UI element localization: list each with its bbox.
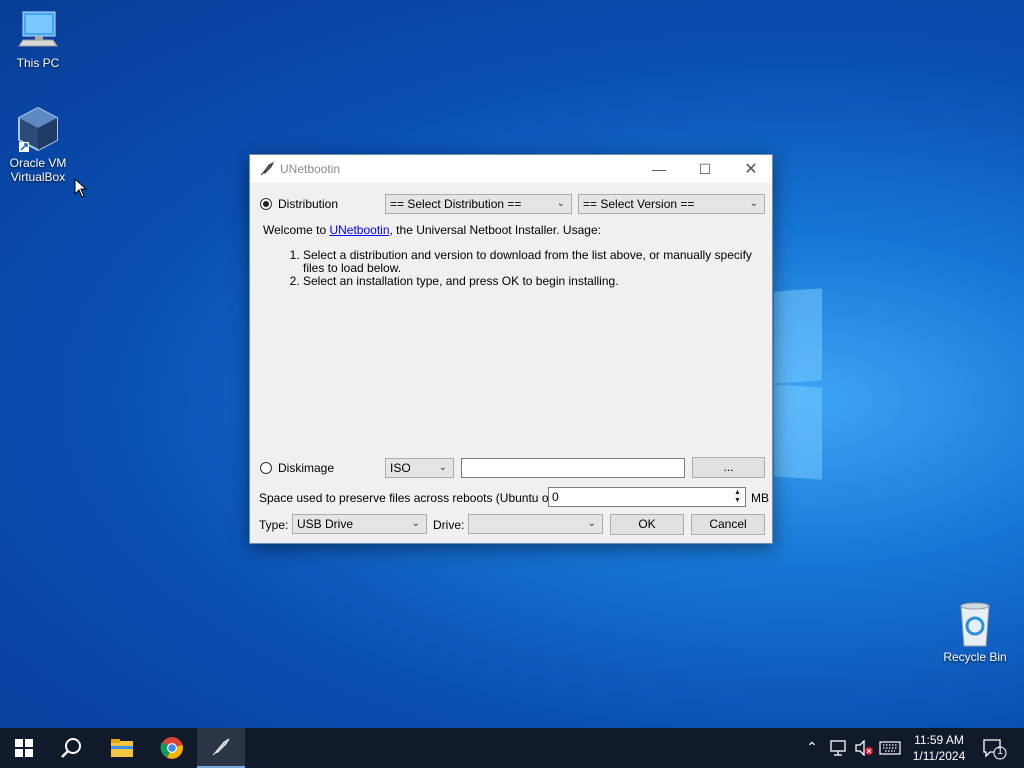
network-icon[interactable] <box>830 740 848 756</box>
chrome-icon <box>160 737 183 759</box>
start-icon <box>15 739 33 757</box>
chevron-down-icon: ⌄ <box>556 198 565 209</box>
instruction-item: Select an installation type, and press O… <box>303 275 763 288</box>
instructions-list: Select a distribution and version to dow… <box>263 249 763 288</box>
tray-overflow-chevron-icon[interactable]: ⌃ <box>806 739 818 756</box>
desktop-icon-recycle-bin[interactable]: Recycle Bin <box>939 602 1011 664</box>
cancel-button[interactable]: Cancel <box>691 514 765 535</box>
type-label: Type: <box>259 518 289 532</box>
type-select[interactable]: USB Drive ⌄ <box>292 514 427 534</box>
keyboard-icon[interactable] <box>879 741 901 755</box>
volume-muted-icon[interactable] <box>854 740 874 756</box>
welcome-suffix: , the Universal Netboot Installer. Usage… <box>389 223 601 237</box>
distribution-select-value: == Select Distribution == <box>390 197 522 211</box>
version-select[interactable]: == Select Version == ⌄ <box>578 194 765 214</box>
unetbootin-window: UNetbootin — ☐ ✕ Distribution == Select … <box>249 154 773 544</box>
window-title: UNetbootin <box>280 162 341 176</box>
maximize-button[interactable]: ☐ <box>682 155 728 183</box>
diskimage-type-value: ISO <box>390 461 411 475</box>
title-bar[interactable]: UNetbootin — ☐ ✕ <box>250 155 772 183</box>
recycle-bin-icon <box>960 602 990 647</box>
drive-label: Drive: <box>433 518 465 532</box>
persist-size-input[interactable]: 0 ▲ ▼ <box>548 487 746 507</box>
file-explorer-icon <box>111 739 133 757</box>
search-icon <box>61 738 81 758</box>
persist-label: Space used to preserve files across rebo… <box>259 491 572 505</box>
desktop-icon-label: This PC <box>16 56 60 70</box>
distribution-radio[interactable] <box>260 198 272 210</box>
welcome-prefix: Welcome to <box>263 223 330 237</box>
search-button[interactable] <box>48 728 96 768</box>
desktop-icon-label: Recycle Bin <box>943 650 1007 664</box>
start-button[interactable] <box>0 728 48 768</box>
spin-down-icon[interactable]: ▼ <box>731 497 744 505</box>
persist-size-value: 0 <box>552 490 559 504</box>
instruction-item: Select a distribution and version to dow… <box>303 249 763 275</box>
clock[interactable]: 11:59 AM 1/11/2024 <box>905 732 973 764</box>
diskimage-label: Diskimage <box>278 461 335 475</box>
instructions-panel: Welcome to UNetbootin, the Universal Net… <box>263 224 763 288</box>
distribution-label: Distribution <box>278 197 339 211</box>
unetbootin-link[interactable]: UNetbootin <box>329 223 389 237</box>
chevron-down-icon: ⌄ <box>749 198 758 209</box>
spin-up-icon[interactable]: ▲ <box>731 489 744 497</box>
computer-icon <box>18 11 58 47</box>
mouse-cursor-icon <box>74 178 88 198</box>
diskimage-path-input[interactable] <box>461 458 685 478</box>
chevron-down-icon: ⌄ <box>411 518 420 529</box>
clock-time: 11:59 AM <box>914 733 964 747</box>
taskbar: ⌃ 11:59 AM 1/11/2024 1 <box>0 728 1024 768</box>
notification-count: 1 <box>997 746 1003 757</box>
persist-unit: MB <box>751 491 769 505</box>
diskimage-radio[interactable] <box>260 462 272 474</box>
browse-button[interactable]: ... <box>692 457 765 478</box>
distribution-select[interactable]: == Select Distribution == ⌄ <box>385 194 572 214</box>
close-button[interactable]: ✕ <box>728 155 774 183</box>
unetbootin-icon <box>260 161 275 176</box>
desktop-icon-this-pc[interactable]: This PC <box>3 10 73 70</box>
notification-icon[interactable] <box>982 738 1008 760</box>
chevron-down-icon: ⌄ <box>438 462 447 473</box>
chevron-down-icon: ⌄ <box>587 518 596 529</box>
desktop-icon-label-line2: VirtualBox <box>10 170 66 184</box>
desktop-icon-virtualbox[interactable]: Oracle VM VirtualBox <box>3 106 73 184</box>
virtualbox-icon <box>18 106 58 152</box>
unetbootin-taskbar-button[interactable] <box>197 728 245 768</box>
diskimage-type-select[interactable]: ISO ⌄ <box>385 458 454 478</box>
type-select-value: USB Drive <box>297 517 354 531</box>
drive-select[interactable]: ⌄ <box>468 514 603 534</box>
ok-button[interactable]: OK <box>610 514 684 535</box>
unetbootin-icon <box>212 738 230 756</box>
minimize-button[interactable]: — <box>636 155 682 183</box>
version-select-value: == Select Version == <box>583 197 695 211</box>
chrome-button[interactable] <box>148 728 196 768</box>
file-explorer-button[interactable] <box>98 728 146 768</box>
clock-date: 1/11/2024 <box>912 749 966 763</box>
wallpaper-logo <box>770 288 824 480</box>
desktop-icon-label: Oracle VM <box>9 156 67 170</box>
